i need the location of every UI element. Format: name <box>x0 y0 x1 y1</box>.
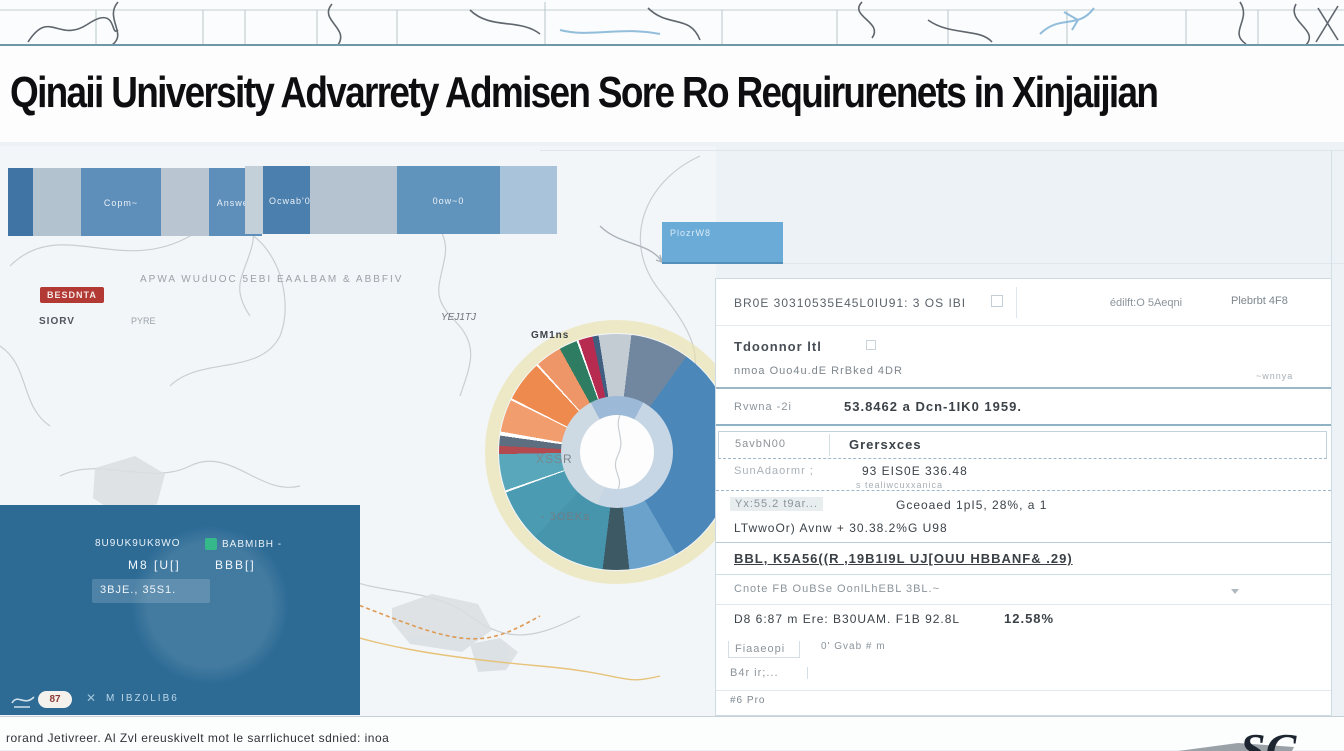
panel-pill-badge[interactable]: 87 <box>38 691 72 708</box>
tab-segment[interactable] <box>500 166 557 234</box>
badge-sub-label: SIORV <box>39 316 75 327</box>
tabbar-secondary: Ocwab'0 0ow~0 <box>245 166 557 234</box>
top-sketch-graphic <box>0 0 1344 46</box>
table-row: BBL, K5A56((R ,19B1I9L UJ[OUU HBBANF& .2… <box>716 547 1331 575</box>
tab-segment[interactable] <box>8 168 33 236</box>
row-label: Rvwna -2i <box>734 401 792 413</box>
map-action-button[interactable]: PlozrW8 <box>662 222 783 264</box>
footer-logo: SC <box>1174 725 1344 751</box>
scribble-icon <box>10 689 36 709</box>
row-subtext: s tealiwcuxxanica <box>856 480 943 490</box>
row-label[interactable]: Fiaaeopi <box>728 641 800 658</box>
row-text: D8 6:87 m Ere: B30UAM. F1B 92.8L <box>734 612 960 626</box>
tab-segment[interactable] <box>245 166 263 234</box>
row-text: BBL, K5A56((R ,19B1I9L UJ[OUU HBBANF& .2… <box>734 551 1073 566</box>
card-header-col2: édilft:O 5Aeqni <box>1056 297 1236 309</box>
legend-swatch-icon <box>205 538 217 550</box>
table-row: LTwwoOr) Avnw + 30.38.2%G U98 <box>716 519 1331 543</box>
logo-text: SC <box>1240 725 1298 751</box>
tab-segment-oow[interactable]: 0ow~0 <box>397 166 500 234</box>
table-row: SunAdaormr ; 93 EIS0E 336.48 s tealiwcux… <box>716 463 1331 491</box>
checkbox-outline-icon[interactable] <box>866 340 876 350</box>
chevron-down-icon[interactable] <box>1231 589 1239 594</box>
legend-1-value: M8 [U[] <box>128 558 181 572</box>
tabbar-primary: Copm~ Answev <box>8 168 262 236</box>
data-card: BR0E 30310535E45L0IU91: 3 OS IBI édilft:… <box>715 278 1332 716</box>
table-row: nmoa Ouo4u.dE RrBked 4DR ~wnnya <box>716 365 1331 389</box>
row-text: Cnote FB OuBSe OonlLhEBL 3BL.~ <box>734 583 940 595</box>
cell-divider <box>829 434 830 456</box>
row-text[interactable]: B4r ir;... <box>730 667 808 679</box>
row-text: Tdoonnor ltl <box>734 339 822 354</box>
row-text: #6 Pro <box>730 695 765 706</box>
footer-bar: rorand Jetivreer. Al Zvl ereuskivelt mot… <box>0 716 1344 750</box>
close-icon: ✕ <box>86 691 96 705</box>
tab-label: 0ow~0 <box>397 196 500 206</box>
checkbox-outline-icon[interactable] <box>991 295 1003 307</box>
divider-line <box>1331 150 1332 280</box>
title-band: Qinaii University Advarrety Admisen Sore… <box>0 46 1344 142</box>
page-title: Qinaii University Advarrety Admisen Sore… <box>10 68 1157 118</box>
legend-2-value: BBB[] <box>215 558 256 572</box>
row-value: Grersxces <box>849 437 922 452</box>
row-label: Yx:55.2 t9ar... <box>730 497 823 511</box>
table-row: Rvwna -2i 53.8462 a Dcn-1IK0 1959. <box>716 397 1331 426</box>
divider-line <box>700 263 1344 264</box>
tab-segment-ocwab[interactable]: Ocwab'0 <box>263 166 310 234</box>
table-row: Cnote FB OuBSe OonlLhEBL 3BL.~ <box>716 579 1331 605</box>
row-value: 93 EIS0E 336.48 <box>862 464 968 478</box>
panel-footer-label: M IBZ0LIB6 <box>106 693 179 704</box>
donut-inner-label-1: XSSR <box>536 452 573 466</box>
badge-side-label: PYRE <box>131 316 156 326</box>
status-badge: BESDNTA <box>40 287 104 303</box>
row-text: LTwwoOr) Avnw + 30.38.2%G U98 <box>734 521 948 535</box>
table-row: #6 Pro <box>716 695 1331 715</box>
legend-note: 3BJE., 35S1. <box>100 584 176 596</box>
card-header-col1: BR0E 30310535E45L0IU91: 3 OS IBI <box>734 296 966 310</box>
tab-segment[interactable] <box>33 168 81 236</box>
table-row: B4r ir;... <box>716 665 1331 691</box>
tab-label: Copm~ <box>81 198 161 208</box>
tab-segment[interactable] <box>161 168 209 236</box>
legend-2-title: BABMIBH - <box>222 539 282 550</box>
row-value: 0' Gvab # m <box>821 641 886 652</box>
top-map-band <box>0 0 1344 46</box>
card-header: BR0E 30310535E45L0IU91: 3 OS IBI édilft:… <box>716 279 1331 326</box>
map-action-button-label: PlozrW8 <box>662 222 783 238</box>
table-row: Fiaaeopi 0' Gvab # m <box>716 637 1331 663</box>
donut-hole <box>580 415 654 489</box>
table-row: Yx:55.2 t9ar... Gceoaed 1pI5, 28%, a 1 <box>716 495 1331 517</box>
table-row: Tdoonnor ltl <box>716 339 1331 363</box>
card-header-col3: Plebrbt 4F8 <box>1231 295 1288 307</box>
tab-segment-copm[interactable]: Copm~ <box>81 168 161 236</box>
header-divider <box>1016 287 1017 318</box>
row-side-note: ~wnnya <box>1256 371 1293 381</box>
map-city-label: YEJ1TJ <box>441 312 476 323</box>
row-value: 53.8462 a Dcn-1IK0 1959. <box>844 399 1022 414</box>
table-row: D8 6:87 m Ere: B30UAM. F1B 92.8L 12.58% <box>716 609 1331 635</box>
row-text: nmoa Ouo4u.dE RrBked 4DR <box>734 365 903 377</box>
row-value: Gceoaed 1pI5, 28%, a 1 <box>896 498 1047 512</box>
row-percent: 12.58% <box>1004 611 1054 626</box>
donut-inner-label-2: - 3OEKa <box>541 511 590 523</box>
row-label: SunAdaormr ; <box>734 465 814 477</box>
footer-caption: rorand Jetivreer. Al Zvl ereuskivelt mot… <box>6 731 389 745</box>
donut-title: GM1ns <box>531 330 569 341</box>
legend-1-title: 8U9UK9UK8WO <box>95 538 180 549</box>
table-row-boxed[interactable]: 5avbN00 Grersxces <box>718 431 1327 459</box>
legend-panel: 8U9UK9UK8WO M8 [U[] BABMIBH - BBB[] 3BJE… <box>0 505 360 715</box>
row-label: 5avbN00 <box>735 438 786 450</box>
tab-segment[interactable] <box>310 166 397 234</box>
map-region-note: APWA WUdUOC 5EBI EAALBAM & ABBFIV <box>140 274 403 285</box>
